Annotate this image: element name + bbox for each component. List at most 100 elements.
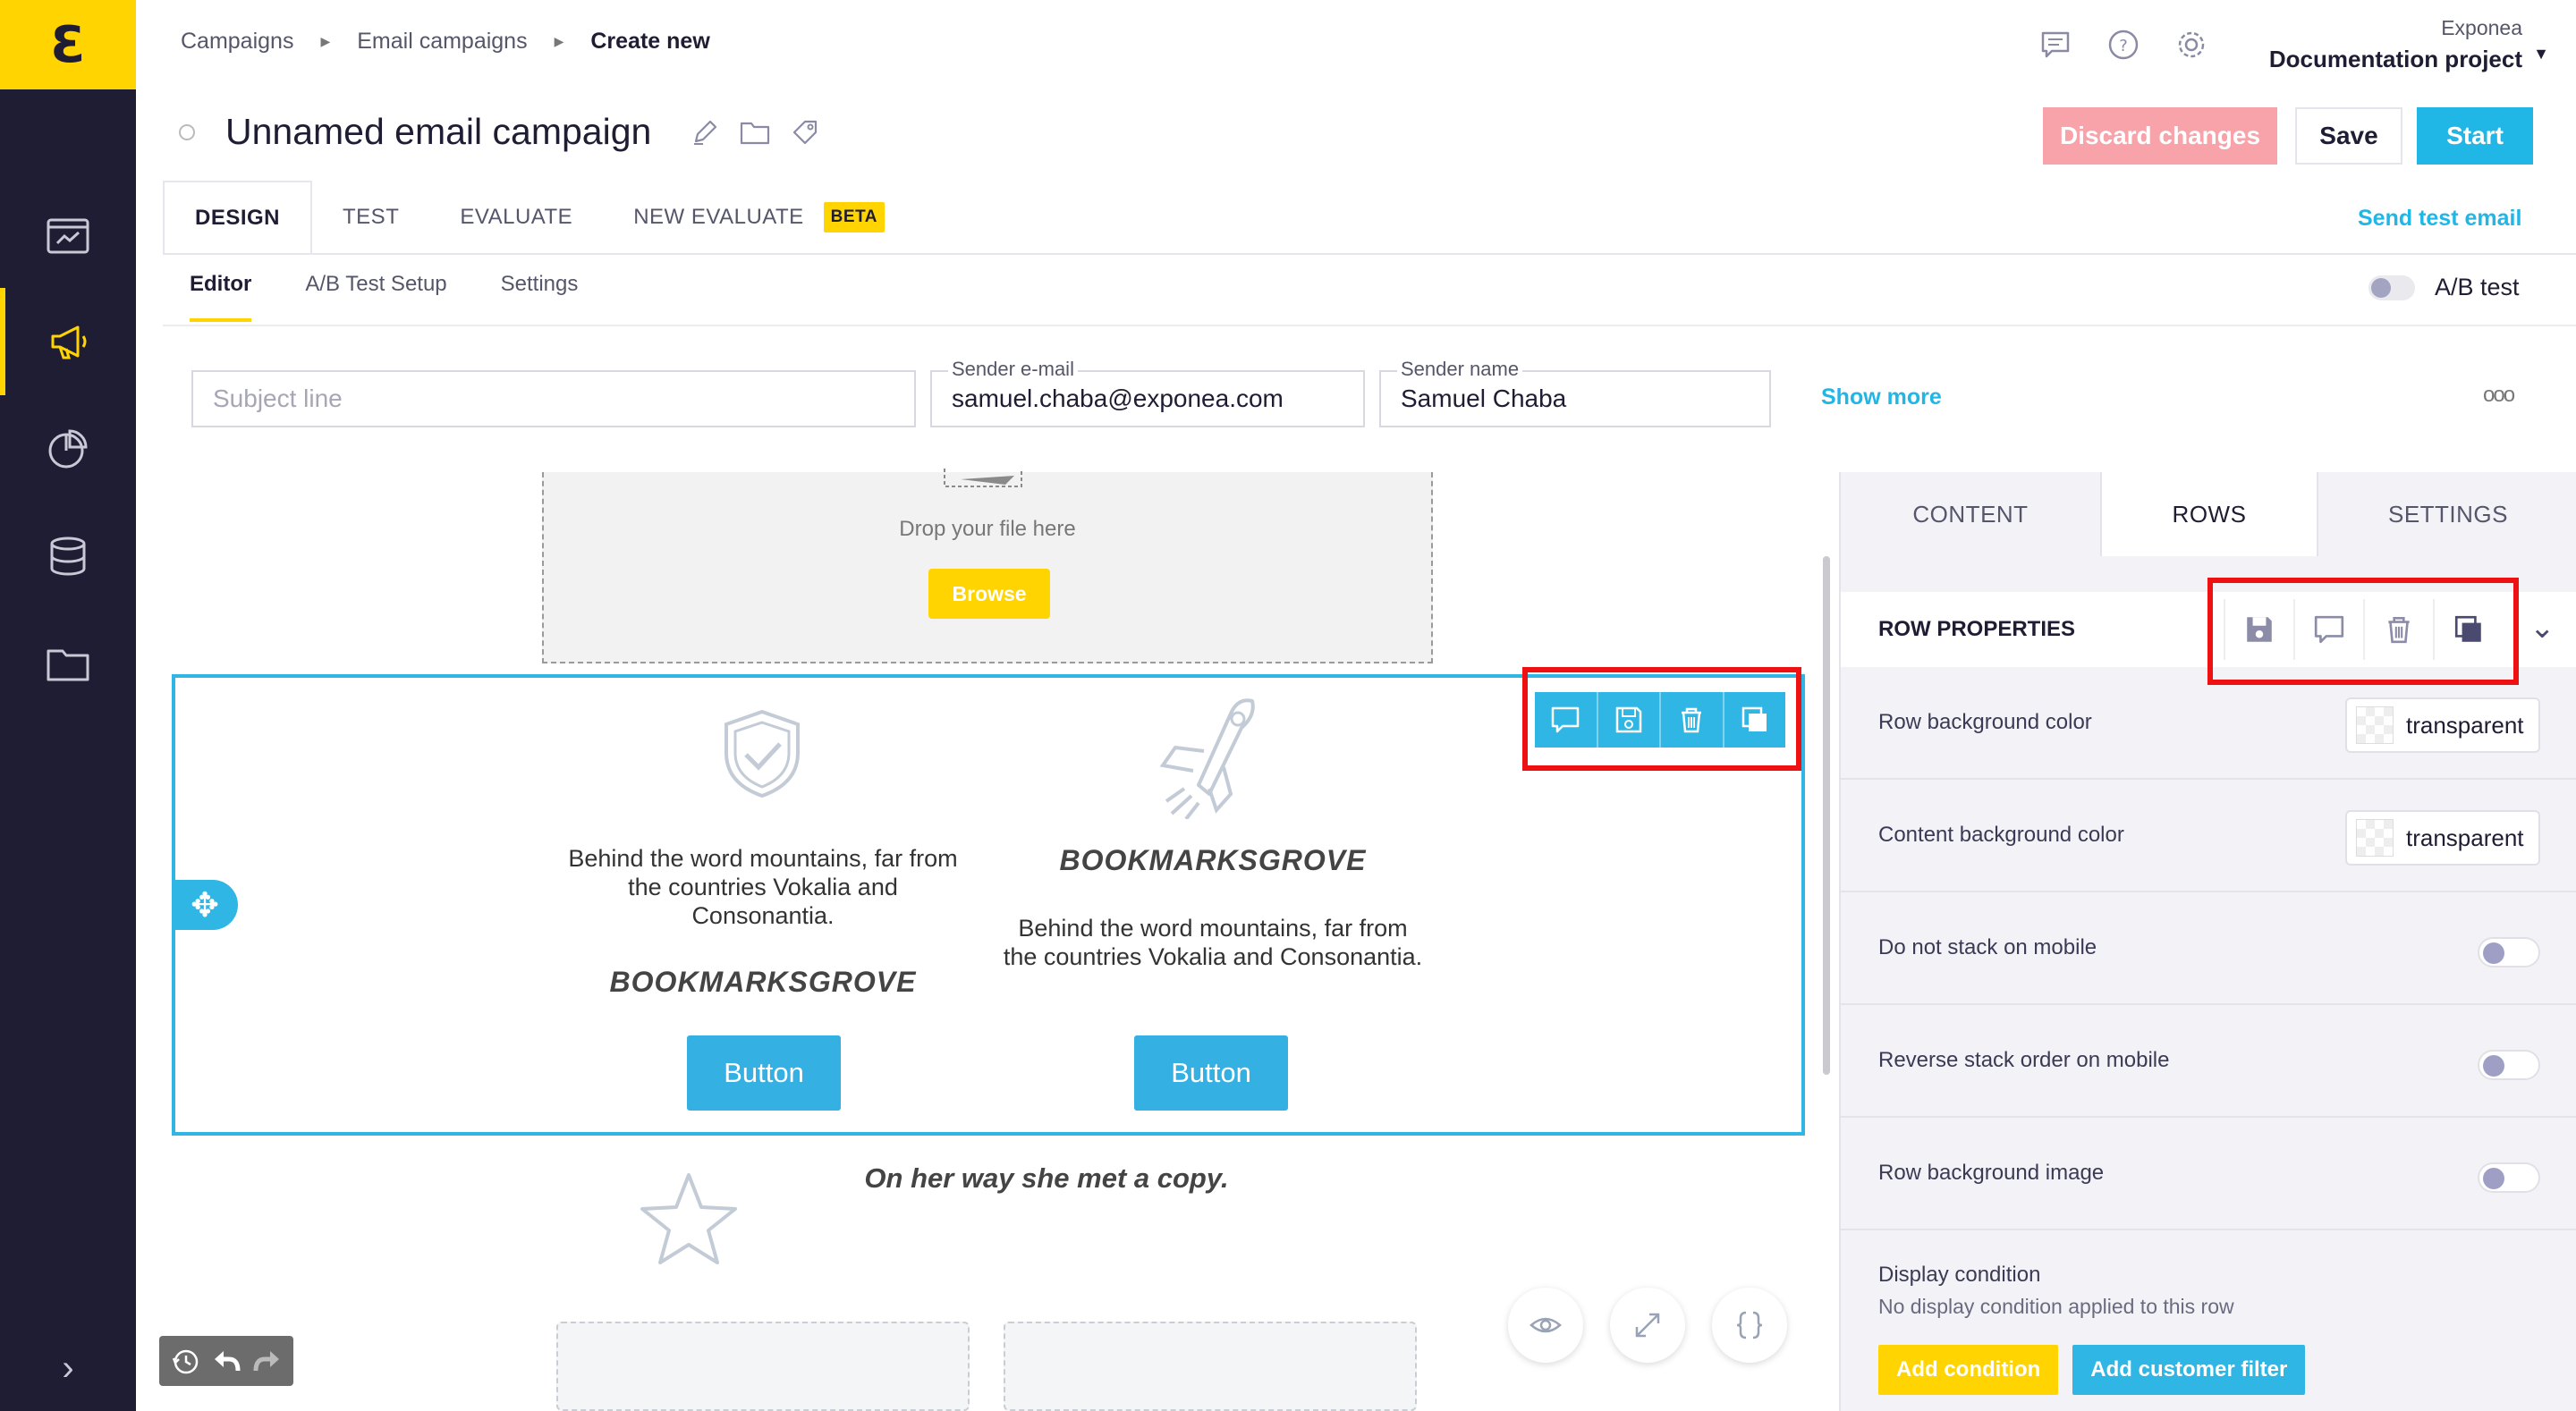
chevron-down-icon[interactable]: ⌄ <box>2529 610 2555 646</box>
drop-file-text: Drop your file here <box>899 517 1076 541</box>
image-dropzone[interactable]: Drop your file here Browse <box>542 469 1433 663</box>
help-icon[interactable]: ? <box>2107 29 2140 61</box>
tab-evaluate[interactable]: EVALUATE <box>429 181 603 254</box>
gear-icon[interactable] <box>2175 29 2207 61</box>
add-customer-filter-button[interactable]: Add customer filter <box>2072 1345 2306 1395</box>
column1-text[interactable]: Behind the word mountains, far from the … <box>555 844 971 930</box>
do-not-stack-prop: Do not stack on mobile <box>1841 892 2576 1005</box>
discard-changes-button[interactable]: Discard changes <box>2043 107 2277 165</box>
folder-icon[interactable] <box>739 116 771 148</box>
show-more-link[interactable]: Show more <box>1821 384 1942 410</box>
copy-text[interactable]: On her way she met a copy. <box>850 1162 1243 1195</box>
canvas-scrollbar[interactable] <box>1823 556 1830 1075</box>
redo-icon[interactable] <box>252 1346 283 1376</box>
row-background-image-prop: Row background image <box>1841 1118 2576 1230</box>
subject-line-input[interactable]: Subject line <box>191 370 916 427</box>
canvas-tools <box>1508 1288 1787 1363</box>
exponea-logo[interactable]: Ɛ <box>0 0 136 89</box>
content-background-color-prop: Content background color transparent <box>1841 780 2576 892</box>
more-options-icon[interactable]: ooo <box>2483 383 2515 408</box>
row-properties-title: ROW PROPERTIES <box>1878 617 2076 641</box>
add-condition-button[interactable]: Add condition <box>1878 1345 2059 1395</box>
breadcrumb-campaigns[interactable]: Campaigns <box>181 29 293 55</box>
nav-data[interactable] <box>0 503 136 610</box>
nav-analyses[interactable] <box>0 395 136 503</box>
nav-campaigns[interactable] <box>0 288 136 395</box>
move-handle-icon[interactable]: ✥ <box>172 880 238 930</box>
history-icon[interactable] <box>170 1346 200 1376</box>
nav-dashboard[interactable] <box>0 182 136 290</box>
send-test-email-link[interactable]: Send test email <box>2358 206 2521 232</box>
eye-icon <box>1530 1317 1562 1333</box>
chat-icon[interactable] <box>2039 29 2072 61</box>
sender-name-field[interactable]: Sender name Samuel Chaba <box>1379 358 1771 427</box>
column1-title[interactable]: BOOKMARKSGROVE <box>555 966 971 999</box>
reverse-stack-toggle[interactable] <box>2478 1050 2540 1080</box>
display-condition-buttons: Add condition Add customer filter <box>1878 1345 2306 1395</box>
panel-tab-rows[interactable]: ROWS <box>2100 472 2318 556</box>
row-bg-color-label: Row background color <box>1878 710 2092 734</box>
breadcrumb-separator-icon: ▶ <box>320 34 331 48</box>
tab-new-evaluate-label: NEW EVALUATE <box>633 205 804 229</box>
content-bg-color-value: transparent <box>2406 824 2524 851</box>
code-view-button[interactable] <box>1712 1288 1787 1363</box>
transparent-swatch <box>2356 819 2394 857</box>
tab-test[interactable]: TEST <box>312 181 429 254</box>
ab-test-toggle-group: A/B test <box>2368 274 2520 301</box>
undo-icon[interactable] <box>211 1346 242 1376</box>
subtab-editor[interactable]: Editor <box>190 272 252 322</box>
subtab-settings[interactable]: Settings <box>501 272 579 322</box>
preview-button[interactable] <box>1508 1288 1583 1363</box>
row-bg-image-toggle[interactable] <box>2478 1162 2540 1193</box>
content-bg-color-label: Content background color <box>1878 823 2124 847</box>
sender-name-label: Sender name <box>1397 358 1523 381</box>
caret-down-icon: ▼ <box>2533 45 2549 63</box>
do-not-stack-toggle[interactable] <box>2478 937 2540 967</box>
empty-block-placeholder[interactable] <box>556 1322 970 1411</box>
rocket-icon <box>1159 698 1255 819</box>
pencil-icon[interactable] <box>689 116 721 148</box>
sender-email-field[interactable]: Sender e-mail samuel.chaba@exponea.com <box>930 358 1365 427</box>
sub-tabs: Editor A/B Test Setup Settings <box>190 272 578 322</box>
tabs-divider <box>163 253 2576 255</box>
history-controls <box>159 1336 293 1386</box>
browse-button[interactable]: Browse <box>928 569 1050 619</box>
tab-new-evaluate[interactable]: NEW EVALUATE BETA <box>603 181 915 254</box>
panel-tab-settings[interactable]: SETTINGS <box>2318 472 2576 556</box>
campaign-title[interactable]: Unnamed email campaign <box>225 111 651 153</box>
column1-button[interactable]: Button <box>687 1035 841 1111</box>
breadcrumb-separator-icon: ▶ <box>554 34 564 48</box>
row-bg-image-label: Row background image <box>1878 1161 2105 1185</box>
start-button[interactable]: Start <box>2417 107 2533 165</box>
tab-design[interactable]: DESIGN <box>163 181 313 254</box>
ab-test-toggle[interactable] <box>2368 275 2415 300</box>
fullscreen-button[interactable] <box>1610 1288 1685 1363</box>
empty-block-placeholder[interactable] <box>1004 1322 1417 1411</box>
toggle-knob <box>2371 277 2391 298</box>
breadcrumb-email-campaigns[interactable]: Email campaigns <box>357 29 527 55</box>
expand-nav-chevron-icon[interactable]: › <box>0 1341 136 1395</box>
beta-badge: BETA <box>823 202 885 232</box>
row-bg-color-picker[interactable]: transparent <box>2345 697 2540 753</box>
dashboard-icon <box>47 218 89 254</box>
column2-title[interactable]: BOOKMARKSGROVE <box>1002 844 1424 877</box>
project-switcher[interactable]: Exponea Documentation project ▼ <box>2269 16 2549 73</box>
highlight-box-row-toolbar <box>1522 667 1801 771</box>
toggle-knob <box>2483 942 2504 964</box>
subtabs-divider <box>163 325 2576 326</box>
nav-assets[interactable] <box>0 610 136 717</box>
content-bg-color-picker[interactable]: transparent <box>2345 810 2540 866</box>
reverse-stack-label: Reverse stack order on mobile <box>1878 1048 2170 1072</box>
save-button[interactable]: Save <box>2295 107 2402 165</box>
database-icon <box>50 537 86 576</box>
star-icon <box>640 1173 737 1264</box>
project-org: Exponea <box>2441 16 2522 39</box>
main-tabs: DESIGN TEST EVALUATE NEW EVALUATE BETA <box>163 181 915 254</box>
tag-icon[interactable] <box>789 116 821 148</box>
subtab-ab-setup[interactable]: A/B Test Setup <box>305 272 446 322</box>
sender-email-value: samuel.chaba@exponea.com <box>952 384 1284 412</box>
column2-text[interactable]: Behind the word mountains, far from the … <box>1002 914 1424 971</box>
status-indicator <box>179 123 195 140</box>
panel-tab-content[interactable]: CONTENT <box>1841 472 2100 556</box>
column2-button[interactable]: Button <box>1134 1035 1288 1111</box>
